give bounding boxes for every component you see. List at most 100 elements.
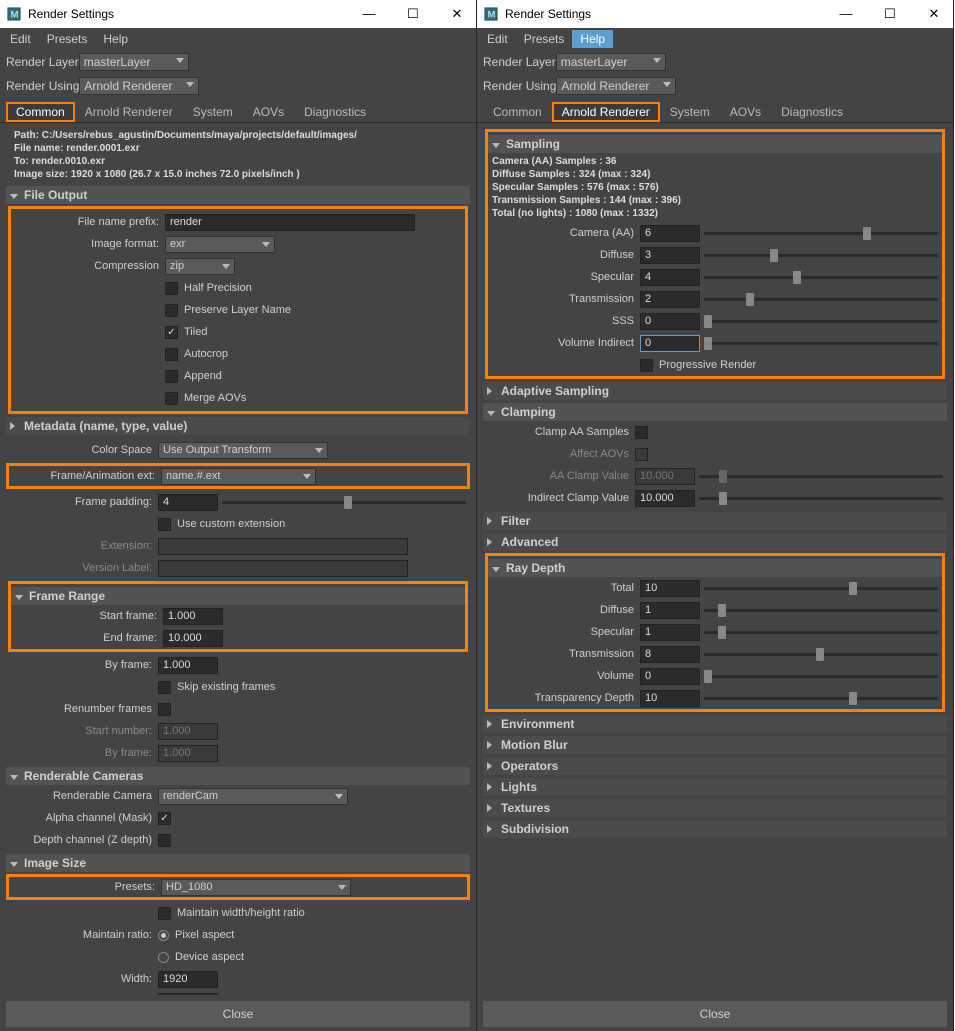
minimize-button-r[interactable]: — xyxy=(833,6,859,22)
camera-aa-input[interactable] xyxy=(640,225,700,242)
section-renderable-cameras[interactable]: Renderable Cameras xyxy=(6,767,470,785)
clamp-aa-check[interactable] xyxy=(635,426,648,439)
merge-aovs-check[interactable] xyxy=(165,392,178,405)
device-aspect-radio[interactable] xyxy=(158,952,169,963)
tab-arnold-r[interactable]: Arnold Renderer xyxy=(552,102,660,122)
transmission-input[interactable] xyxy=(640,291,700,308)
fae-dropdown[interactable]: name.#.ext xyxy=(161,468,316,485)
section-subdivision[interactable]: Subdivision xyxy=(483,820,947,838)
alpha-check[interactable]: ✓ xyxy=(158,812,171,825)
start-frame-input[interactable] xyxy=(163,608,223,625)
maximize-button[interactable]: ☐ xyxy=(400,6,426,22)
menu-help[interactable]: Help xyxy=(95,30,136,48)
sss-input[interactable] xyxy=(640,313,700,330)
height-input[interactable] xyxy=(158,993,218,996)
autocrop-check[interactable] xyxy=(165,348,178,361)
pixel-aspect-radio[interactable] xyxy=(158,930,169,941)
render-layer-dropdown[interactable]: masterLayer xyxy=(79,53,189,71)
frame-padding-input[interactable] xyxy=(158,494,218,511)
volind-input[interactable] xyxy=(640,335,700,352)
diffuse-slider[interactable] xyxy=(704,254,938,257)
section-sampling[interactable]: Sampling xyxy=(488,135,942,153)
tab-aovs[interactable]: AOVs xyxy=(243,102,294,122)
depth-check[interactable] xyxy=(158,834,171,847)
section-frame-range[interactable]: Frame Range xyxy=(11,587,465,605)
rtrans-input[interactable] xyxy=(640,646,700,663)
section-adaptive[interactable]: Adaptive Sampling xyxy=(483,382,947,400)
section-operators[interactable]: Operators xyxy=(483,757,947,775)
rtrans-slider[interactable] xyxy=(704,653,938,656)
section-lights[interactable]: Lights xyxy=(483,778,947,796)
volind-slider[interactable] xyxy=(704,342,938,345)
colorspace-dropdown[interactable]: Use Output Transform xyxy=(158,442,328,459)
close-button-r[interactable]: ✕ xyxy=(921,6,947,22)
rdiffuse-input[interactable] xyxy=(640,602,700,619)
close-button-bottom-r[interactable]: Close xyxy=(483,1001,947,1027)
tab-system-r[interactable]: System xyxy=(660,102,720,122)
tab-diagnostics[interactable]: Diagnostics xyxy=(294,102,376,122)
transmission-slider[interactable] xyxy=(704,298,938,301)
transdepth-slider[interactable] xyxy=(704,697,938,700)
prefix-input[interactable] xyxy=(165,214,415,231)
camera-aa-slider[interactable] xyxy=(704,232,938,235)
maximize-button-r[interactable]: ☐ xyxy=(877,6,903,22)
total-slider[interactable] xyxy=(704,587,938,590)
section-file-output[interactable]: File Output xyxy=(6,186,470,204)
transdepth-input[interactable] xyxy=(640,690,700,707)
maintain-check[interactable] xyxy=(158,907,171,920)
section-filter[interactable]: Filter xyxy=(483,512,947,530)
specular-slider[interactable] xyxy=(704,276,938,279)
append-check[interactable] xyxy=(165,370,178,383)
sss-slider[interactable] xyxy=(704,320,938,323)
half-precision-check[interactable] xyxy=(165,282,178,295)
menu-help-r[interactable]: Help xyxy=(572,30,613,48)
section-advanced[interactable]: Advanced xyxy=(483,533,947,551)
tab-common-r[interactable]: Common xyxy=(483,102,552,122)
close-button-bottom[interactable]: Close xyxy=(6,1001,470,1027)
menu-edit[interactable]: Edit xyxy=(2,30,39,48)
custom-ext-check[interactable] xyxy=(158,518,171,531)
progressive-check[interactable] xyxy=(640,359,653,372)
close-button[interactable]: ✕ xyxy=(444,6,470,22)
menu-presets-r[interactable]: Presets xyxy=(516,30,573,48)
section-image-size[interactable]: Image Size xyxy=(6,854,470,872)
diffuse-input[interactable] xyxy=(640,247,700,264)
tab-common[interactable]: Common xyxy=(6,102,75,122)
section-environment[interactable]: Environment xyxy=(483,715,947,733)
ind-clamp-slider[interactable] xyxy=(699,497,943,500)
ind-clamp-input[interactable] xyxy=(635,490,695,507)
rspecular-input[interactable] xyxy=(640,624,700,641)
rdiffuse-slider[interactable] xyxy=(704,609,938,612)
rendercam-dropdown[interactable]: renderCam xyxy=(158,788,348,805)
tab-arnold[interactable]: Arnold Renderer xyxy=(75,102,183,122)
menu-presets[interactable]: Presets xyxy=(39,30,96,48)
tiled-check[interactable]: ✓ xyxy=(165,326,178,339)
total-input[interactable] xyxy=(640,580,700,597)
minimize-button[interactable]: — xyxy=(356,6,382,22)
section-ray-depth[interactable]: Ray Depth xyxy=(488,559,942,577)
section-clamping[interactable]: Clamping xyxy=(483,403,947,421)
by-frame-input[interactable] xyxy=(158,657,218,674)
rvol-input[interactable] xyxy=(640,668,700,685)
frame-padding-slider[interactable] xyxy=(222,501,466,504)
imgfmt-dropdown[interactable]: exr xyxy=(165,236,275,253)
width-input[interactable] xyxy=(158,971,218,988)
render-using-dropdown[interactable]: Arnold Renderer xyxy=(79,77,199,95)
section-metadata[interactable]: Metadata (name, type, value) xyxy=(6,417,470,435)
tab-system[interactable]: System xyxy=(183,102,243,122)
render-using-dropdown-r[interactable]: Arnold Renderer xyxy=(556,77,676,95)
rvol-slider[interactable] xyxy=(704,675,938,678)
tab-aovs-r[interactable]: AOVs xyxy=(720,102,771,122)
compression-dropdown[interactable]: zip xyxy=(165,258,235,275)
preserve-layer-check[interactable] xyxy=(165,304,178,317)
menu-edit-r[interactable]: Edit xyxy=(479,30,516,48)
rspecular-slider[interactable] xyxy=(704,631,938,634)
section-textures[interactable]: Textures xyxy=(483,799,947,817)
section-motion-blur[interactable]: Motion Blur xyxy=(483,736,947,754)
presets-dropdown[interactable]: HD_1080 xyxy=(161,879,351,896)
specular-input[interactable] xyxy=(640,269,700,286)
end-frame-input[interactable] xyxy=(163,630,223,647)
skip-existing-check[interactable] xyxy=(158,681,171,694)
render-layer-dropdown-r[interactable]: masterLayer xyxy=(556,53,666,71)
renumber-check[interactable] xyxy=(158,703,171,716)
